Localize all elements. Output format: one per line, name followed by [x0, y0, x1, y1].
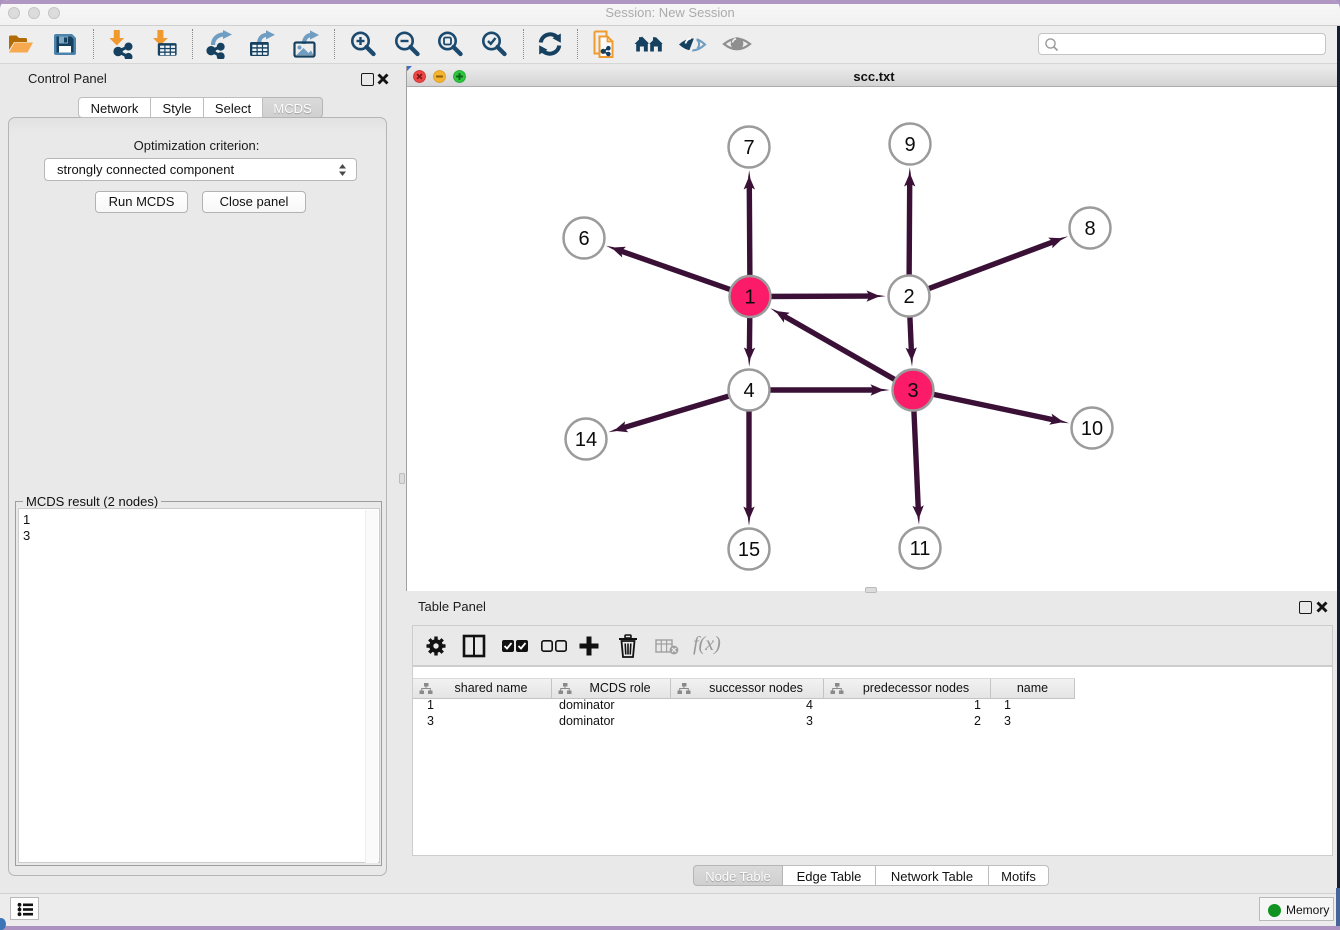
svg-text:7: 7: [743, 137, 754, 159]
svg-text:3: 3: [907, 380, 918, 402]
svg-text:8: 8: [1084, 218, 1095, 240]
svg-text:4: 4: [743, 380, 754, 402]
svg-text:10: 10: [1081, 418, 1103, 440]
svg-text:6: 6: [578, 228, 589, 250]
svg-text:9: 9: [904, 134, 915, 156]
svg-text:15: 15: [738, 539, 760, 561]
svg-text:1: 1: [744, 286, 755, 308]
svg-text:11: 11: [910, 538, 931, 560]
svg-text:14: 14: [575, 429, 597, 451]
svg-text:2: 2: [903, 286, 914, 308]
